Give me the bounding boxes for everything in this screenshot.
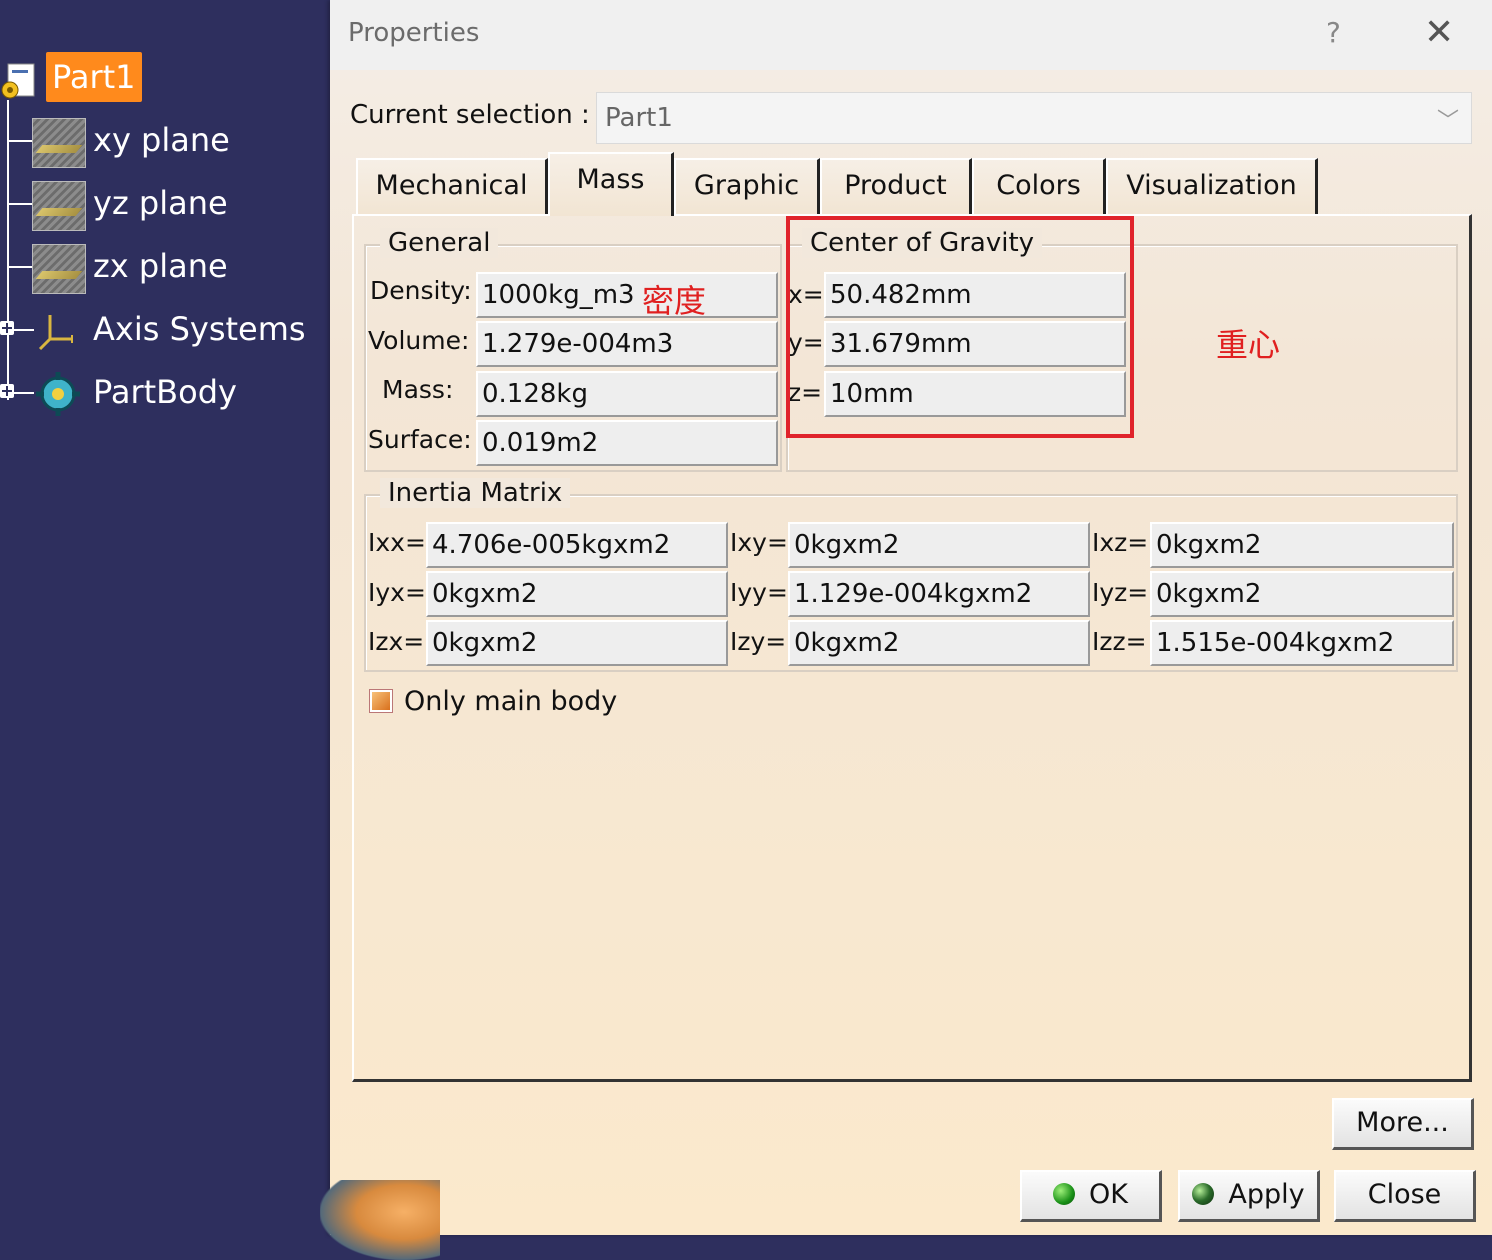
inertia-label: Izx= — [368, 627, 425, 656]
help-icon[interactable]: ? — [1326, 16, 1341, 49]
inertia-label: Iyx= — [368, 578, 426, 607]
only-main-body-checkbox[interactable] — [369, 689, 393, 713]
tab-graphic[interactable]: Graphic — [674, 158, 820, 214]
green-light-icon — [1053, 1182, 1076, 1205]
ok-button[interactable]: OK — [1020, 1170, 1162, 1222]
part-body-icon — [36, 372, 80, 416]
cog-annotation: 重心 — [1216, 326, 1281, 364]
close-button[interactable]: Close — [1334, 1170, 1476, 1222]
inertia-field[interactable]: 1.515e-004kgxm2 — [1150, 620, 1454, 666]
surface-label: Surface: — [368, 425, 472, 454]
inertia-label: Izz= — [1092, 627, 1147, 656]
general-legend: General — [380, 228, 499, 258]
tree-item-label: yz plane — [93, 184, 228, 222]
inertia-label: Ixz= — [1092, 528, 1149, 557]
volume-field[interactable]: 1.279e-004m3 — [476, 321, 778, 367]
tree-item-zx-plane[interactable]: zx plane — [0, 240, 330, 296]
inertia-label: Izy= — [730, 627, 787, 656]
apply-light-icon — [1192, 1182, 1215, 1205]
volume-label: Volume: — [368, 326, 470, 355]
inertia-label: Iyz= — [1092, 578, 1149, 607]
current-selection-value: Part1 — [605, 103, 673, 133]
only-main-body-label: Only main body — [404, 686, 618, 717]
expand-plus-icon[interactable] — [0, 384, 14, 398]
plane-icon — [32, 181, 86, 231]
dialog-titlebar[interactable]: Properties ? ✕ — [330, 0, 1492, 70]
inertia-field[interactable]: 0kgxm2 — [788, 620, 1090, 666]
part-document-icon[interactable] — [0, 60, 40, 100]
apply-button-label: Apply — [1228, 1179, 1305, 1210]
current-selection-dropdown[interactable]: Part1 ﹀ — [596, 92, 1472, 144]
tree-item-yz-plane[interactable]: yz plane — [0, 177, 330, 233]
tree-item-label: Axis Systems — [93, 310, 306, 348]
inertia-field[interactable]: 0kgxm2 — [1150, 522, 1454, 568]
ok-button-label: OK — [1089, 1179, 1128, 1210]
density-annotation: 密度 — [642, 282, 707, 320]
mass-field[interactable]: 0.128kg — [476, 371, 778, 417]
close-icon[interactable]: ✕ — [1424, 12, 1454, 53]
dialog-title: Properties — [348, 18, 480, 48]
inertia-field[interactable]: 0kgxm2 — [788, 522, 1090, 568]
tab-colors[interactable]: Colors — [972, 158, 1106, 214]
tree-item-xy-plane[interactable]: xy plane — [0, 114, 330, 170]
inertia-field[interactable]: 0kgxm2 — [1150, 571, 1454, 617]
tree-root-part[interactable]: Part1 — [46, 52, 142, 102]
plane-icon — [32, 118, 86, 168]
tree-item-label: zx plane — [93, 247, 228, 285]
axis-system-icon — [38, 315, 73, 351]
surface-field[interactable]: 0.019m2 — [476, 420, 778, 466]
tab-visualization[interactable]: Visualization — [1106, 158, 1318, 214]
apply-button[interactable]: Apply — [1178, 1170, 1320, 1222]
chevron-down-icon[interactable]: ﹀ — [1437, 103, 1459, 135]
inertia-field[interactable]: 4.706e-005kgxm2 — [426, 522, 728, 568]
tree-item-partbody[interactable]: PartBody — [0, 366, 330, 422]
tab-product[interactable]: Product — [820, 158, 972, 214]
density-label: Density: — [370, 276, 472, 305]
tree-item-axis-systems[interactable]: Axis Systems — [0, 303, 330, 359]
inertia-label: Iyy= — [730, 578, 788, 607]
inertia-field[interactable]: 0kgxm2 — [426, 620, 728, 666]
density-field[interactable]: 1000kg_m3 — [476, 272, 778, 318]
inertia-legend: Inertia Matrix — [380, 478, 571, 508]
tree-item-label: xy plane — [93, 121, 230, 159]
specification-tree: Part1 xy plane yz plane zx plane Axis Sy… — [0, 0, 330, 1235]
decorative-planet-image — [320, 1180, 440, 1260]
inertia-label: Ixy= — [730, 528, 788, 557]
inertia-field[interactable]: 1.129e-004kgxm2 — [788, 571, 1090, 617]
cog-highlight-box — [786, 216, 1134, 438]
tab-mass[interactable]: Mass — [548, 152, 674, 216]
more-button[interactable]: More... — [1332, 1098, 1474, 1150]
mass-label: Mass: — [382, 375, 454, 404]
inertia-field[interactable]: 0kgxm2 — [426, 571, 728, 617]
inertia-label: Ixx= — [368, 528, 426, 557]
properties-dialog: Properties ? ✕ Current selection : Part1… — [320, 0, 1492, 1260]
plane-icon — [32, 244, 86, 294]
tree-item-label: PartBody — [93, 373, 237, 411]
tab-mechanical[interactable]: Mechanical — [356, 158, 548, 214]
expand-plus-icon[interactable] — [0, 321, 14, 335]
current-selection-label: Current selection : — [350, 100, 590, 130]
